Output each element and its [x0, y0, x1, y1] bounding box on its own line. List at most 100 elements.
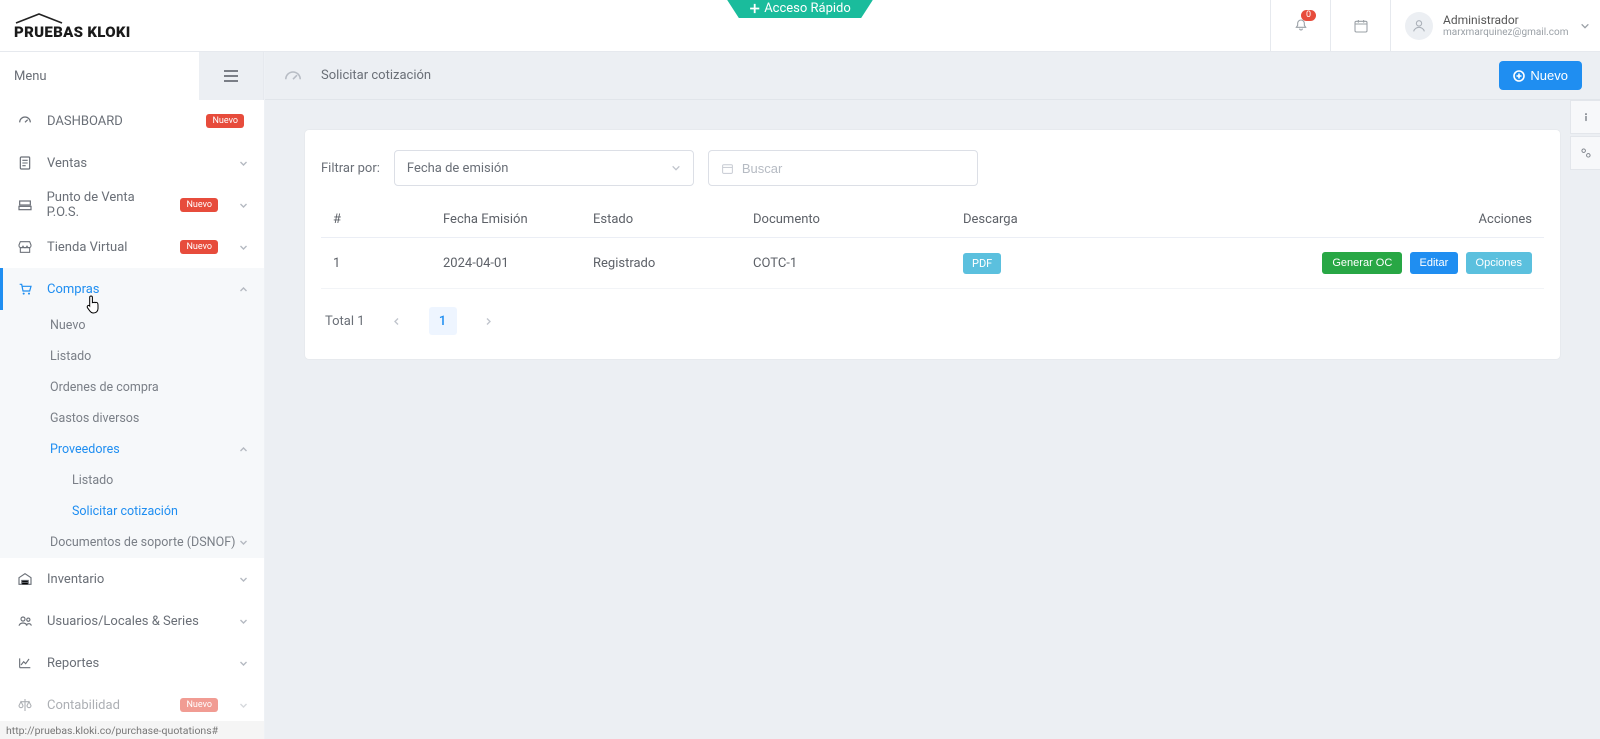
logo[interactable]: PRUEBAS KLOKI	[14, 12, 131, 40]
sidebar-toggle[interactable]	[199, 52, 264, 100]
user-email: marxmarquinez@gmail.com	[1443, 27, 1569, 38]
cell-n: 1	[321, 238, 431, 289]
notif-count-badge: 0	[1301, 10, 1316, 21]
edit-button[interactable]: Editar	[1410, 252, 1459, 274]
chevron-up-icon	[239, 445, 248, 454]
sidebar-item-contabilidad[interactable]: Contabilidad Nuevo	[0, 684, 264, 726]
new-badge: Nuevo	[206, 114, 244, 128]
sub-nuevo[interactable]: Nuevo	[0, 310, 264, 341]
search-field[interactable]	[708, 150, 978, 186]
cell-estado: Registrado	[581, 238, 741, 289]
warehouse-icon	[16, 571, 34, 587]
hamburger-icon	[224, 70, 238, 82]
options-button[interactable]: Opciones	[1466, 252, 1532, 274]
chevron-down-icon	[1580, 21, 1590, 31]
new-badge: Nuevo	[180, 240, 218, 254]
cart-icon	[16, 281, 34, 297]
user-avatar-icon	[1405, 12, 1433, 40]
sidebar-item-dashboard[interactable]: DASHBOARD Nuevo	[0, 100, 264, 142]
sub-prov-listado[interactable]: Listado	[0, 465, 264, 496]
users-icon	[16, 613, 34, 629]
col-acciones: Acciones	[1191, 202, 1544, 238]
logo-roof-icon	[14, 12, 64, 24]
calendar-small-icon	[721, 162, 734, 175]
generate-oc-button[interactable]: Generar OC	[1322, 252, 1402, 274]
col-fecha: Fecha Emisión	[431, 202, 581, 238]
quotations-table: # Fecha Emisión Estado Documento Descarg…	[321, 202, 1544, 289]
select-value: Fecha de emisión	[407, 161, 509, 176]
chevron-down-icon	[239, 659, 248, 668]
sidebar-item-label: Reportes	[47, 656, 99, 671]
sub-gastos[interactable]: Gastos diversos	[0, 403, 264, 434]
gauge-icon	[283, 67, 309, 85]
filter-date-select[interactable]: Fecha de emisión	[394, 150, 694, 186]
chevron-down-icon	[239, 538, 248, 547]
chevron-down-icon	[239, 201, 248, 210]
cash-register-icon	[16, 197, 34, 213]
store-icon	[16, 239, 34, 255]
pdf-download[interactable]: PDF	[963, 253, 1001, 274]
calendar-button[interactable]	[1330, 0, 1390, 51]
sidebar-item-label: Ventas	[47, 156, 87, 171]
new-button[interactable]: Nuevo	[1499, 61, 1582, 90]
pager-total: Total 1	[325, 314, 365, 329]
sidebar-item-label: Inventario	[47, 572, 104, 587]
sub-prov-solicitar[interactable]: Solicitar cotización	[0, 496, 264, 527]
data-panel: Filtrar por: Fecha de emisión # Fecha Em…	[305, 130, 1560, 359]
chevron-up-icon	[239, 285, 248, 294]
chevron-down-icon	[671, 163, 681, 173]
status-bar: http://pruebas.kloki.co/purchase-quotati…	[0, 721, 264, 739]
sidebar: Menu DASHBOARD Nuevo Ventas Punto de Ven…	[0, 52, 265, 739]
user-menu[interactable]: Administrador marxmarquinez@gmail.com	[1390, 0, 1600, 51]
sidebar-item-label: Usuarios/Locales & Series	[47, 614, 199, 629]
chevron-down-icon	[239, 701, 248, 710]
user-name: Administrador	[1443, 13, 1569, 27]
pager-page-1[interactable]: 1	[429, 307, 457, 335]
filter-label: Filtrar por:	[321, 161, 380, 176]
main-content: Solicitar cotización Nuevo Filtrar por: …	[265, 52, 1600, 739]
sidebar-item-usuarios[interactable]: Usuarios/Locales & Series	[0, 600, 264, 642]
logo-text: PRUEBAS KLOKI	[14, 25, 131, 40]
sub-dsnof[interactable]: Documentos de soporte (DSNOF)	[0, 527, 264, 558]
sub-ordenes[interactable]: Ordenes de compra	[0, 372, 264, 403]
compras-submenu: Nuevo Listado Ordenes de compra Gastos d…	[0, 310, 264, 558]
new-badge: Nuevo	[180, 698, 218, 712]
info-icon	[1579, 110, 1593, 124]
pager-next[interactable]	[475, 307, 503, 335]
cell-doc: COTC-1	[741, 238, 951, 289]
chart-icon	[16, 655, 34, 671]
sidebar-item-reportes[interactable]: Reportes	[0, 642, 264, 684]
pager-prev[interactable]	[383, 307, 411, 335]
search-input[interactable]	[742, 161, 965, 176]
chevron-down-icon	[239, 617, 248, 626]
col-estado: Estado	[581, 202, 741, 238]
document-icon	[16, 155, 34, 171]
topbar: PRUEBAS KLOKI Acceso Rápido 0 Administra…	[0, 0, 1600, 52]
sidebar-item-label: Contabilidad	[47, 698, 120, 713]
breadcrumb-bar: Solicitar cotización Nuevo	[265, 52, 1600, 100]
sub-proveedores[interactable]: Proveedores	[0, 434, 264, 465]
chevron-down-icon	[239, 575, 248, 584]
info-tool[interactable]	[1570, 100, 1600, 134]
sidebar-item-inventario[interactable]: Inventario	[0, 558, 264, 600]
sidebar-item-label: DASHBOARD	[47, 114, 123, 129]
gauge-icon	[16, 113, 34, 129]
sidebar-item-ventas[interactable]: Ventas	[0, 142, 264, 184]
sub-listado[interactable]: Listado	[0, 341, 264, 372]
pagination: Total 1 1	[321, 307, 1544, 335]
calendar-icon	[1353, 18, 1369, 34]
sidebar-item-label: Tienda Virtual	[47, 240, 127, 255]
settings-tool[interactable]	[1570, 136, 1600, 170]
quick-access-tab[interactable]: Acceso Rápido	[727, 0, 873, 18]
sidebar-item-pos[interactable]: Punto de Venta P.O.S. Nuevo	[0, 184, 264, 226]
quick-access-label: Acceso Rápido	[764, 2, 851, 17]
page-title: Solicitar cotización	[321, 68, 431, 83]
col-doc: Documento	[741, 202, 951, 238]
sidebar-item-tienda[interactable]: Tienda Virtual Nuevo	[0, 226, 264, 268]
sidebar-item-compras[interactable]: Compras	[0, 268, 264, 310]
plus-circle-icon	[1513, 70, 1525, 82]
chevron-down-icon	[239, 159, 248, 168]
col-descarga: Descarga	[951, 202, 1191, 238]
notifications-button[interactable]: 0	[1270, 0, 1330, 51]
sidebar-item-label: Compras	[47, 282, 100, 297]
